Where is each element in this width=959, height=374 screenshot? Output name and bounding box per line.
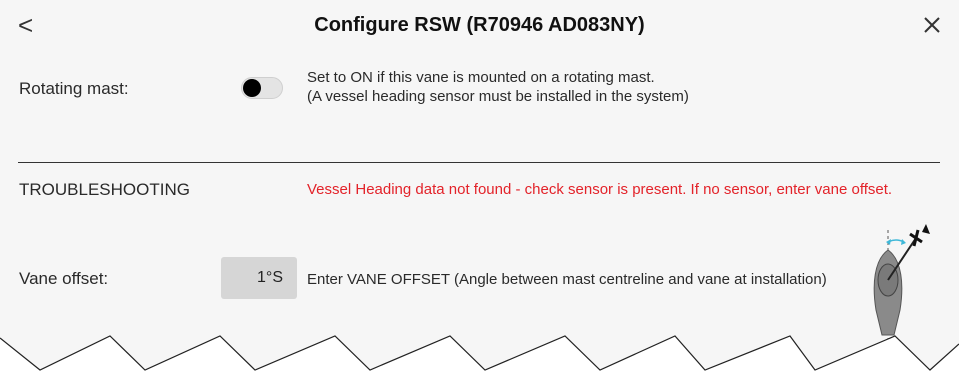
rotating-mast-description-line2: (A vessel heading sensor must be install…: [307, 88, 689, 105]
rotating-mast-description-line1: Set to ON if this vane is mounted on a r…: [307, 69, 655, 86]
vane-offset-input[interactable]: 1°S: [221, 257, 297, 299]
vane-offset-label: Vane offset:: [19, 269, 109, 288]
troubleshooting-heading: TROUBLESHOOTING: [19, 180, 190, 199]
rotating-mast-label: Rotating mast:: [19, 79, 129, 98]
heading-warning-text: Vessel Heading data not found - check se…: [307, 181, 893, 198]
section-divider: [18, 162, 940, 163]
page-title: Configure RSW (R70946 AD083NY): [314, 14, 645, 36]
close-button[interactable]: [919, 12, 945, 38]
toggle-knob: [243, 79, 261, 97]
close-icon: [924, 17, 940, 33]
rotating-mast-toggle[interactable]: [241, 77, 283, 99]
configure-panel: < Configure RSW (R70946 AD083NY) Rotatin…: [0, 0, 959, 374]
torn-edge-decoration: [0, 335, 959, 374]
header: < Configure RSW (R70946 AD083NY): [0, 0, 959, 48]
vane-offset-description: Enter VANE OFFSET (Angle between mast ce…: [307, 271, 827, 288]
